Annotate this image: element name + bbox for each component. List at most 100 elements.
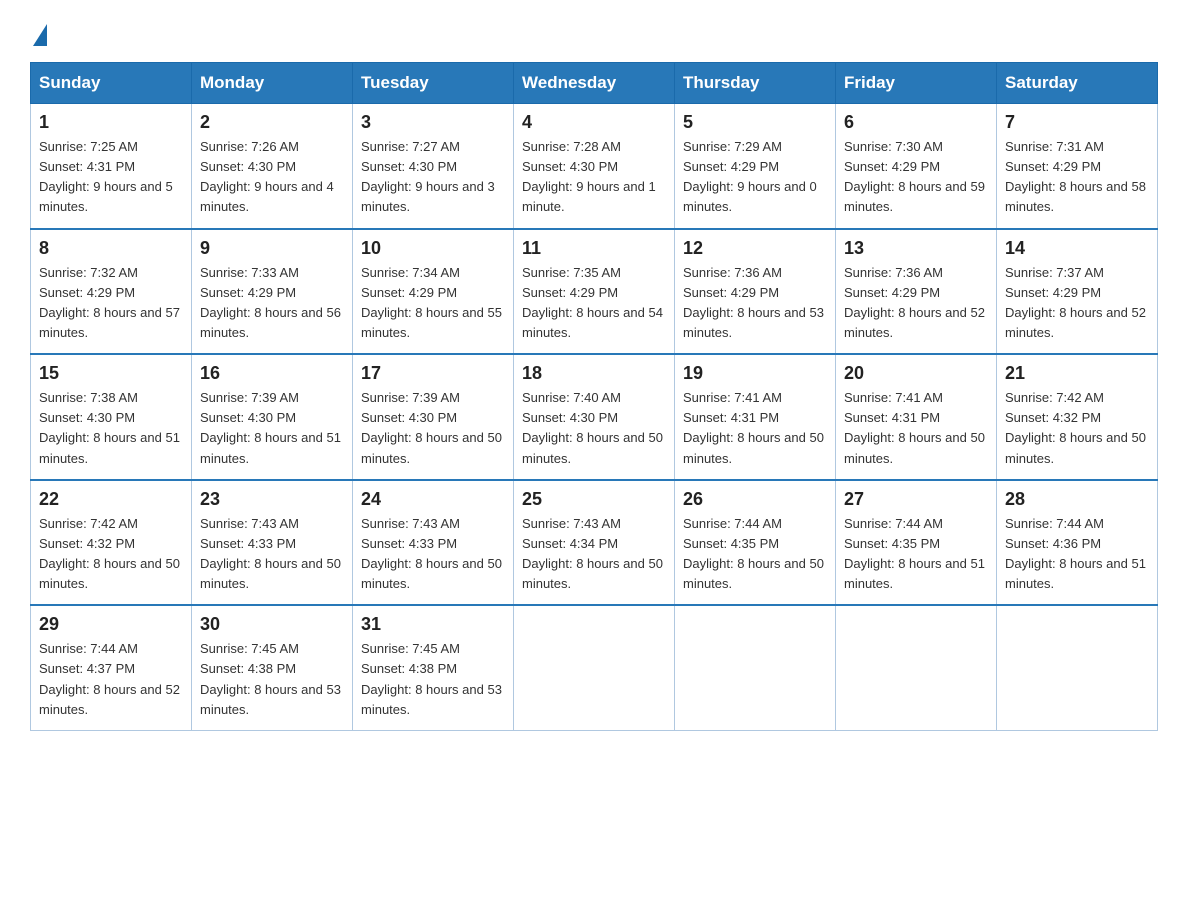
day-number: 9 — [200, 238, 344, 259]
calendar-day-header: Sunday — [31, 63, 192, 104]
day-number: 8 — [39, 238, 183, 259]
calendar-week-row: 8 Sunrise: 7:32 AMSunset: 4:29 PMDayligh… — [31, 229, 1158, 355]
day-info: Sunrise: 7:40 AMSunset: 4:30 PMDaylight:… — [522, 390, 663, 465]
calendar-day-cell: 18 Sunrise: 7:40 AMSunset: 4:30 PMDaylig… — [514, 354, 675, 480]
calendar-day-cell: 10 Sunrise: 7:34 AMSunset: 4:29 PMDaylig… — [353, 229, 514, 355]
calendar-day-cell: 3 Sunrise: 7:27 AMSunset: 4:30 PMDayligh… — [353, 104, 514, 229]
calendar-day-header: Tuesday — [353, 63, 514, 104]
calendar-day-cell: 19 Sunrise: 7:41 AMSunset: 4:31 PMDaylig… — [675, 354, 836, 480]
calendar-day-cell: 31 Sunrise: 7:45 AMSunset: 4:38 PMDaylig… — [353, 605, 514, 730]
day-number: 3 — [361, 112, 505, 133]
calendar-day-cell: 22 Sunrise: 7:42 AMSunset: 4:32 PMDaylig… — [31, 480, 192, 606]
calendar-week-row: 29 Sunrise: 7:44 AMSunset: 4:37 PMDaylig… — [31, 605, 1158, 730]
day-info: Sunrise: 7:43 AMSunset: 4:34 PMDaylight:… — [522, 516, 663, 591]
calendar-table: SundayMondayTuesdayWednesdayThursdayFrid… — [30, 62, 1158, 731]
day-number: 6 — [844, 112, 988, 133]
day-info: Sunrise: 7:38 AMSunset: 4:30 PMDaylight:… — [39, 390, 180, 465]
day-number: 4 — [522, 112, 666, 133]
day-info: Sunrise: 7:33 AMSunset: 4:29 PMDaylight:… — [200, 265, 341, 340]
day-info: Sunrise: 7:29 AMSunset: 4:29 PMDaylight:… — [683, 139, 817, 214]
page-header — [30, 20, 1158, 46]
calendar-header-row: SundayMondayTuesdayWednesdayThursdayFrid… — [31, 63, 1158, 104]
day-number: 25 — [522, 489, 666, 510]
calendar-day-header: Thursday — [675, 63, 836, 104]
calendar-week-row: 22 Sunrise: 7:42 AMSunset: 4:32 PMDaylig… — [31, 480, 1158, 606]
calendar-day-header: Friday — [836, 63, 997, 104]
day-info: Sunrise: 7:44 AMSunset: 4:36 PMDaylight:… — [1005, 516, 1146, 591]
calendar-day-cell — [997, 605, 1158, 730]
day-info: Sunrise: 7:39 AMSunset: 4:30 PMDaylight:… — [200, 390, 341, 465]
calendar-day-cell: 2 Sunrise: 7:26 AMSunset: 4:30 PMDayligh… — [192, 104, 353, 229]
day-number: 27 — [844, 489, 988, 510]
day-number: 23 — [200, 489, 344, 510]
calendar-day-cell: 26 Sunrise: 7:44 AMSunset: 4:35 PMDaylig… — [675, 480, 836, 606]
logo — [30, 20, 47, 46]
calendar-day-cell: 13 Sunrise: 7:36 AMSunset: 4:29 PMDaylig… — [836, 229, 997, 355]
calendar-day-cell: 30 Sunrise: 7:45 AMSunset: 4:38 PMDaylig… — [192, 605, 353, 730]
calendar-day-header: Wednesday — [514, 63, 675, 104]
day-number: 24 — [361, 489, 505, 510]
day-number: 5 — [683, 112, 827, 133]
day-info: Sunrise: 7:25 AMSunset: 4:31 PMDaylight:… — [39, 139, 173, 214]
calendar-day-cell: 25 Sunrise: 7:43 AMSunset: 4:34 PMDaylig… — [514, 480, 675, 606]
day-number: 22 — [39, 489, 183, 510]
day-info: Sunrise: 7:36 AMSunset: 4:29 PMDaylight:… — [683, 265, 824, 340]
day-info: Sunrise: 7:42 AMSunset: 4:32 PMDaylight:… — [1005, 390, 1146, 465]
day-info: Sunrise: 7:43 AMSunset: 4:33 PMDaylight:… — [200, 516, 341, 591]
day-info: Sunrise: 7:31 AMSunset: 4:29 PMDaylight:… — [1005, 139, 1146, 214]
day-number: 14 — [1005, 238, 1149, 259]
day-number: 26 — [683, 489, 827, 510]
day-number: 31 — [361, 614, 505, 635]
day-info: Sunrise: 7:27 AMSunset: 4:30 PMDaylight:… — [361, 139, 495, 214]
day-number: 1 — [39, 112, 183, 133]
day-info: Sunrise: 7:41 AMSunset: 4:31 PMDaylight:… — [683, 390, 824, 465]
day-info: Sunrise: 7:44 AMSunset: 4:37 PMDaylight:… — [39, 641, 180, 716]
day-info: Sunrise: 7:26 AMSunset: 4:30 PMDaylight:… — [200, 139, 334, 214]
calendar-day-cell: 17 Sunrise: 7:39 AMSunset: 4:30 PMDaylig… — [353, 354, 514, 480]
calendar-day-cell: 21 Sunrise: 7:42 AMSunset: 4:32 PMDaylig… — [997, 354, 1158, 480]
calendar-week-row: 15 Sunrise: 7:38 AMSunset: 4:30 PMDaylig… — [31, 354, 1158, 480]
day-number: 11 — [522, 238, 666, 259]
calendar-day-cell: 7 Sunrise: 7:31 AMSunset: 4:29 PMDayligh… — [997, 104, 1158, 229]
day-number: 10 — [361, 238, 505, 259]
day-number: 12 — [683, 238, 827, 259]
calendar-day-cell: 14 Sunrise: 7:37 AMSunset: 4:29 PMDaylig… — [997, 229, 1158, 355]
day-info: Sunrise: 7:44 AMSunset: 4:35 PMDaylight:… — [683, 516, 824, 591]
calendar-day-cell: 28 Sunrise: 7:44 AMSunset: 4:36 PMDaylig… — [997, 480, 1158, 606]
day-info: Sunrise: 7:45 AMSunset: 4:38 PMDaylight:… — [361, 641, 502, 716]
calendar-day-cell: 8 Sunrise: 7:32 AMSunset: 4:29 PMDayligh… — [31, 229, 192, 355]
day-info: Sunrise: 7:39 AMSunset: 4:30 PMDaylight:… — [361, 390, 502, 465]
day-number: 7 — [1005, 112, 1149, 133]
calendar-day-cell: 11 Sunrise: 7:35 AMSunset: 4:29 PMDaylig… — [514, 229, 675, 355]
day-info: Sunrise: 7:44 AMSunset: 4:35 PMDaylight:… — [844, 516, 985, 591]
day-number: 16 — [200, 363, 344, 384]
logo-triangle-icon — [33, 24, 47, 46]
calendar-day-cell — [514, 605, 675, 730]
day-number: 13 — [844, 238, 988, 259]
calendar-day-cell: 6 Sunrise: 7:30 AMSunset: 4:29 PMDayligh… — [836, 104, 997, 229]
calendar-day-cell — [675, 605, 836, 730]
calendar-day-cell: 16 Sunrise: 7:39 AMSunset: 4:30 PMDaylig… — [192, 354, 353, 480]
calendar-day-cell: 4 Sunrise: 7:28 AMSunset: 4:30 PMDayligh… — [514, 104, 675, 229]
day-info: Sunrise: 7:32 AMSunset: 4:29 PMDaylight:… — [39, 265, 180, 340]
calendar-day-header: Monday — [192, 63, 353, 104]
day-number: 15 — [39, 363, 183, 384]
day-info: Sunrise: 7:41 AMSunset: 4:31 PMDaylight:… — [844, 390, 985, 465]
day-number: 30 — [200, 614, 344, 635]
day-number: 17 — [361, 363, 505, 384]
day-number: 29 — [39, 614, 183, 635]
day-number: 28 — [1005, 489, 1149, 510]
day-number: 20 — [844, 363, 988, 384]
calendar-day-cell: 24 Sunrise: 7:43 AMSunset: 4:33 PMDaylig… — [353, 480, 514, 606]
day-number: 21 — [1005, 363, 1149, 384]
calendar-day-header: Saturday — [997, 63, 1158, 104]
day-info: Sunrise: 7:42 AMSunset: 4:32 PMDaylight:… — [39, 516, 180, 591]
day-number: 2 — [200, 112, 344, 133]
day-number: 18 — [522, 363, 666, 384]
day-info: Sunrise: 7:36 AMSunset: 4:29 PMDaylight:… — [844, 265, 985, 340]
calendar-day-cell: 23 Sunrise: 7:43 AMSunset: 4:33 PMDaylig… — [192, 480, 353, 606]
day-info: Sunrise: 7:43 AMSunset: 4:33 PMDaylight:… — [361, 516, 502, 591]
calendar-day-cell: 27 Sunrise: 7:44 AMSunset: 4:35 PMDaylig… — [836, 480, 997, 606]
calendar-day-cell: 5 Sunrise: 7:29 AMSunset: 4:29 PMDayligh… — [675, 104, 836, 229]
calendar-day-cell: 9 Sunrise: 7:33 AMSunset: 4:29 PMDayligh… — [192, 229, 353, 355]
